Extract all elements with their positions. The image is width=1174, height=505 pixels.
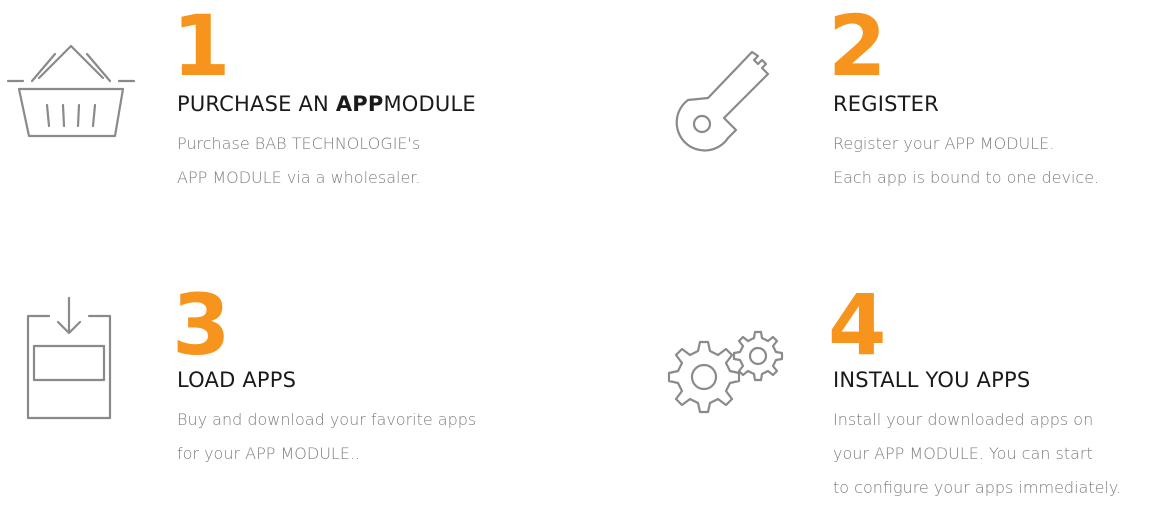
desc-line: Purchase BAB TECHNOLOGIE's — [177, 134, 421, 153]
key-icon — [675, 50, 770, 152]
step-description: Purchase BAB TECHNOLOGIE's APP MODULE vi… — [177, 127, 421, 195]
desc-line: APP MODULE via a wholesaler. — [177, 168, 421, 187]
download-icon — [26, 296, 112, 420]
title-suffix: MODULE — [383, 92, 476, 116]
desc-line: your APP MODULE. You can start — [833, 444, 1093, 463]
desc-line: Each app is bound to one device. — [833, 168, 1100, 187]
step-number: 1 — [172, 0, 230, 95]
step-title: REGISTER — [833, 92, 939, 116]
title-bold: APP — [335, 92, 384, 116]
step-number: 4 — [828, 276, 886, 374]
basket-icon — [6, 44, 136, 138]
desc-line: Buy and download your favorite apps — [177, 410, 477, 429]
step-description: Register your APP MODULE. Each app is bo… — [833, 127, 1099, 195]
desc-line: for your APP MODULE.. — [177, 444, 361, 463]
step-title: LOAD APPS — [177, 368, 297, 392]
desc-line: Install your downloaded apps on — [833, 410, 1094, 429]
gears-icon — [667, 330, 784, 414]
step-number: 3 — [172, 276, 230, 374]
step-title: PURCHASE AN APPMODULE — [177, 94, 476, 115]
step-title: INSTALL YOU APPS — [833, 368, 1031, 392]
step-description: Install your downloaded apps on your APP… — [833, 403, 1121, 505]
step-description: Buy and download your favorite apps for … — [177, 403, 476, 471]
desc-line: Register your APP MODULE. — [833, 134, 1055, 153]
step-number: 2 — [828, 0, 886, 95]
title-prefix: PURCHASE AN — [177, 92, 336, 116]
